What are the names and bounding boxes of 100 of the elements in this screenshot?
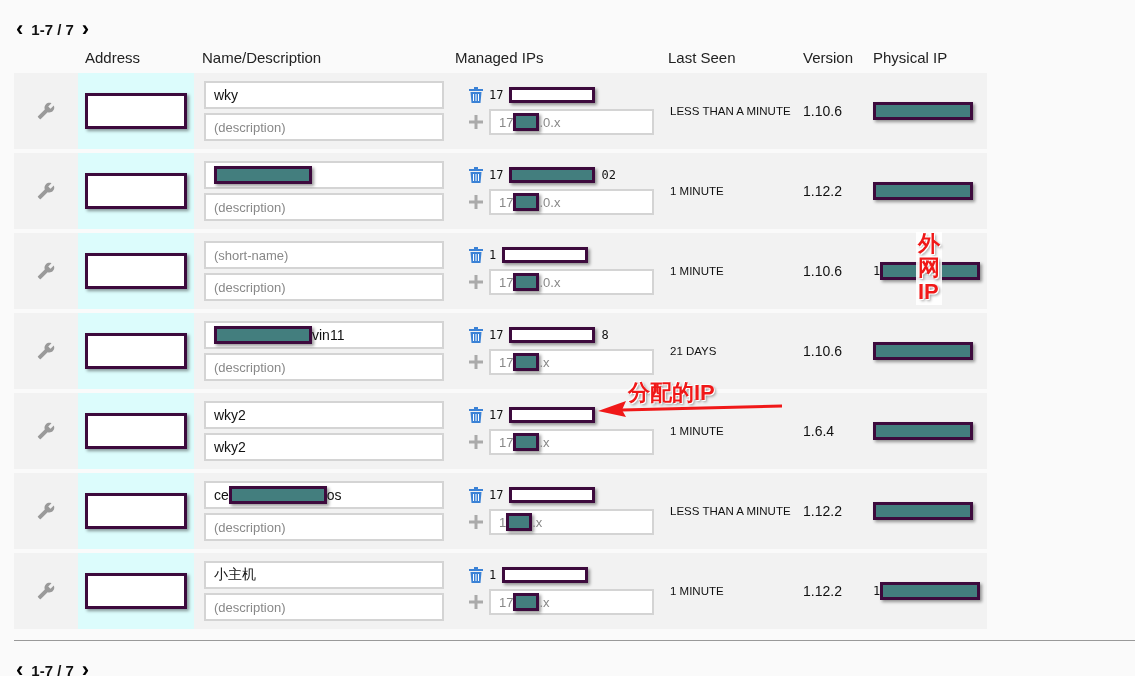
text-fragment: 17 bbox=[489, 328, 504, 342]
name-field[interactable]: vin11 bbox=[204, 321, 444, 349]
name-field[interactable] bbox=[204, 161, 444, 189]
trash-icon[interactable] bbox=[469, 167, 483, 183]
annotation-text: 分配的IP bbox=[628, 379, 715, 407]
text-fragment: 17 bbox=[499, 114, 514, 130]
name-field[interactable]: (short-name) bbox=[204, 241, 444, 269]
last-seen-text: LESS THAN A MINUTE bbox=[669, 505, 791, 517]
text-fragment: 1 bbox=[489, 248, 497, 262]
wrench-icon[interactable] bbox=[37, 342, 55, 360]
text-fragment: 1 bbox=[873, 264, 881, 278]
field-value: wky2 bbox=[214, 439, 246, 455]
column-header: Managed IPs bbox=[454, 48, 545, 66]
plus-icon[interactable] bbox=[469, 515, 483, 529]
trash-icon[interactable] bbox=[469, 567, 483, 583]
column-header: Version bbox=[802, 48, 855, 66]
wrench-icon[interactable] bbox=[37, 502, 55, 520]
name-field[interactable]: wky2 bbox=[204, 401, 444, 429]
wrench-icon[interactable] bbox=[37, 182, 55, 200]
next-page-button[interactable]: › bbox=[81, 662, 90, 676]
text-fragment: ce bbox=[214, 487, 229, 503]
new-ip-field[interactable]: 1 .x bbox=[489, 509, 654, 535]
last-seen-text: LESS THAN A MINUTE bbox=[669, 105, 791, 117]
text-fragment: .0.x bbox=[539, 194, 561, 210]
trash-icon[interactable] bbox=[469, 87, 483, 103]
text-fragment: .x bbox=[539, 434, 550, 450]
placeholder-text: (short-name) bbox=[214, 247, 289, 263]
new-ip-field[interactable]: 17 .0.x bbox=[489, 189, 654, 215]
placeholder-text: (description) bbox=[214, 519, 286, 535]
version-text: 1.12.2 bbox=[802, 583, 842, 599]
version-text: 1.12.2 bbox=[802, 183, 842, 199]
text-fragment: .x bbox=[539, 594, 550, 610]
text-fragment: .x bbox=[532, 514, 543, 530]
text-fragment: .0.x bbox=[539, 114, 561, 130]
plus-icon[interactable] bbox=[469, 435, 483, 449]
text-fragment: 17 bbox=[499, 434, 514, 450]
text-fragment: 17 bbox=[499, 194, 514, 210]
trash-icon[interactable] bbox=[469, 407, 483, 423]
last-seen-text: 1 MINUTE bbox=[669, 425, 724, 437]
plus-icon[interactable] bbox=[469, 115, 483, 129]
description-field[interactable]: (description) bbox=[204, 273, 444, 301]
text-fragment: 1 bbox=[489, 568, 497, 582]
trash-icon[interactable] bbox=[469, 247, 483, 263]
version-text: 1.6.4 bbox=[802, 423, 835, 439]
plus-icon[interactable] bbox=[469, 195, 483, 209]
description-field[interactable]: (description) bbox=[204, 593, 444, 621]
text-fragment: .0.x bbox=[539, 274, 561, 290]
description-field[interactable]: wky2 bbox=[204, 433, 444, 461]
new-ip-field[interactable]: 17 .x bbox=[489, 589, 654, 615]
wrench-icon[interactable] bbox=[37, 582, 55, 600]
text-fragment: vin11 bbox=[312, 327, 345, 343]
version-text: 1.10.6 bbox=[802, 263, 842, 279]
wrench-icon[interactable] bbox=[37, 422, 55, 440]
trash-icon[interactable] bbox=[469, 327, 483, 343]
placeholder-text: (description) bbox=[214, 599, 286, 615]
wrench-icon[interactable] bbox=[37, 102, 55, 120]
text-fragment: 小主机 bbox=[214, 566, 256, 584]
plus-icon[interactable] bbox=[469, 355, 483, 369]
last-seen-text: 1 MINUTE bbox=[669, 265, 724, 277]
new-ip-field[interactable]: 17 .x bbox=[489, 429, 654, 455]
description-field[interactable]: (description) bbox=[204, 513, 444, 541]
next-page-button[interactable]: › bbox=[81, 21, 90, 37]
new-ip-field[interactable]: 17 .0.x bbox=[489, 269, 654, 295]
name-field[interactable]: wky bbox=[204, 81, 444, 109]
column-header: Physical IP bbox=[872, 48, 949, 66]
description-field[interactable]: (description) bbox=[204, 193, 444, 221]
text-fragment: 17 bbox=[489, 88, 504, 102]
previous-page-button[interactable]: ‹ bbox=[16, 21, 24, 37]
last-seen-text: 21 DAYS bbox=[669, 345, 717, 357]
last-seen-text: 1 MINUTE bbox=[669, 185, 724, 197]
column-header: Last Seen bbox=[667, 48, 737, 66]
trash-icon[interactable] bbox=[469, 487, 483, 503]
version-text: 1.10.6 bbox=[802, 103, 842, 119]
text-fragment: 02 bbox=[601, 168, 616, 182]
text-fragment: 17 bbox=[499, 274, 514, 290]
description-field[interactable]: (description) bbox=[204, 353, 444, 381]
page-range: 1-7 / 7 bbox=[31, 20, 74, 38]
wrench-icon[interactable] bbox=[37, 262, 55, 280]
name-field[interactable]: 小主机 bbox=[204, 561, 444, 589]
description-field[interactable]: (description) bbox=[204, 113, 444, 141]
new-ip-field[interactable]: 17 .x bbox=[489, 349, 654, 375]
previous-page-button[interactable]: ‹ bbox=[16, 662, 24, 676]
plus-icon[interactable] bbox=[469, 595, 483, 609]
text-fragment: 17 bbox=[489, 488, 504, 502]
text-fragment: wky2 bbox=[214, 407, 246, 423]
text-fragment: 17 bbox=[499, 594, 514, 610]
new-ip-field[interactable]: 17 .0.x bbox=[489, 109, 654, 135]
text-fragment: 1 bbox=[499, 514, 507, 530]
column-header: Name/Description bbox=[201, 48, 323, 66]
annotation-text: 外网IP bbox=[916, 232, 942, 305]
page-range: 1-7 / 7 bbox=[31, 661, 74, 676]
text-fragment: os bbox=[326, 487, 342, 503]
text-fragment: wky bbox=[214, 87, 239, 103]
text-fragment: 17 bbox=[499, 354, 514, 370]
placeholder-text: (description) bbox=[214, 119, 286, 135]
name-field[interactable]: ce os bbox=[204, 481, 444, 509]
plus-icon[interactable] bbox=[469, 275, 483, 289]
text-fragment: 17 bbox=[489, 168, 504, 182]
placeholder-text: (description) bbox=[214, 199, 286, 215]
version-text: 1.10.6 bbox=[802, 343, 842, 359]
